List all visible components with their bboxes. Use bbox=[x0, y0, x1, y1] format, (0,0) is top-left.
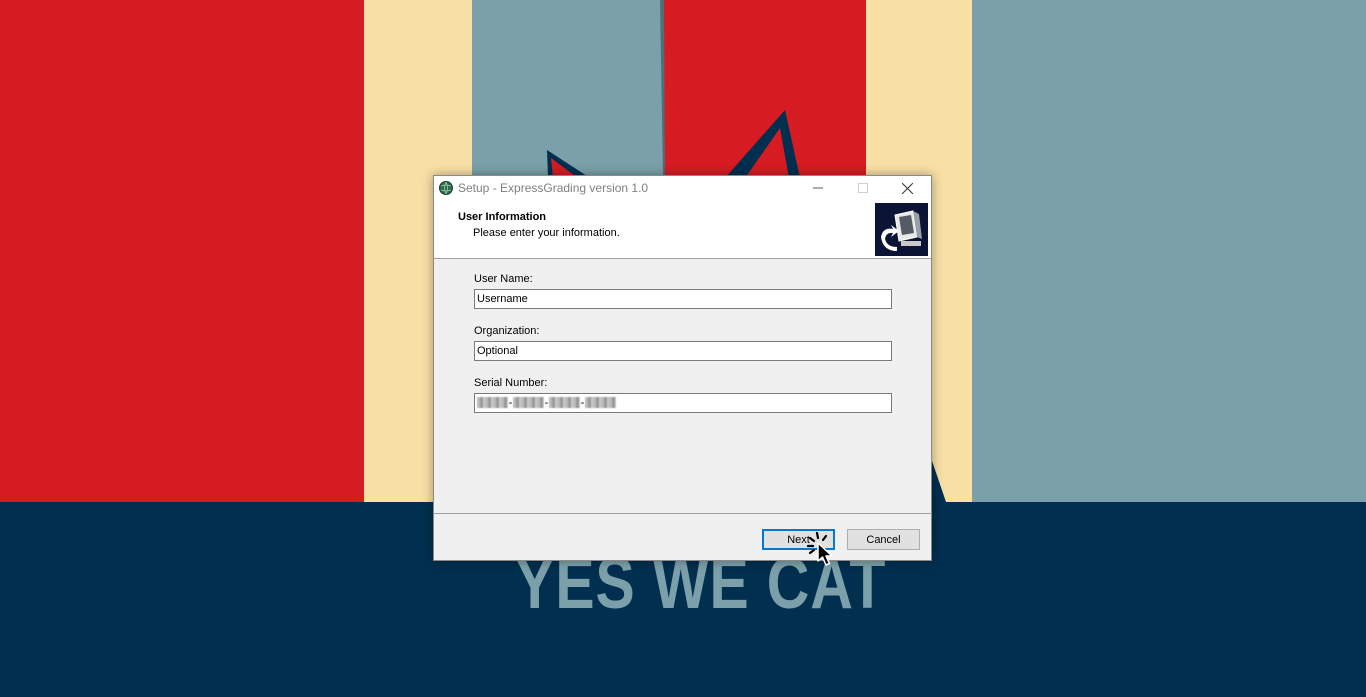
minimize-icon bbox=[812, 187, 823, 189]
close-icon bbox=[902, 182, 913, 194]
serial-segment-redacted bbox=[513, 396, 544, 408]
organization-label: Organization: bbox=[474, 325, 540, 337]
organization-input[interactable]: Optional bbox=[474, 341, 892, 361]
serial-segment-redacted bbox=[549, 396, 580, 408]
page-title: User Information bbox=[458, 211, 547, 223]
user-name-label: User Name: bbox=[474, 273, 533, 285]
user-name-input[interactable]: Username bbox=[474, 289, 892, 309]
installer-globe-icon bbox=[439, 181, 453, 195]
serial-number-input[interactable]: --- bbox=[474, 393, 892, 413]
footer-divider bbox=[434, 513, 931, 514]
page-subtitle: Please enter your information. bbox=[473, 227, 620, 239]
mouse-pointer-icon bbox=[806, 531, 833, 566]
setup-dialog: Setup - ExpressGrading version 1.0 User … bbox=[433, 175, 932, 561]
maximize-button[interactable] bbox=[840, 176, 885, 200]
wizard-header: User Information Please enter your infor… bbox=[434, 200, 931, 259]
serial-number-label: Serial Number: bbox=[474, 377, 548, 389]
cancel-button[interactable]: Cancel bbox=[847, 529, 920, 550]
setup-computer-icon bbox=[875, 203, 928, 256]
serial-segment-redacted bbox=[477, 396, 508, 408]
title-bar[interactable]: Setup - ExpressGrading version 1.0 bbox=[434, 176, 931, 200]
window-title: Setup - ExpressGrading version 1.0 bbox=[458, 181, 649, 195]
serial-segment-redacted bbox=[585, 396, 616, 408]
maximize-icon bbox=[857, 183, 868, 193]
minimize-button[interactable] bbox=[795, 176, 840, 200]
close-button[interactable] bbox=[885, 176, 930, 200]
